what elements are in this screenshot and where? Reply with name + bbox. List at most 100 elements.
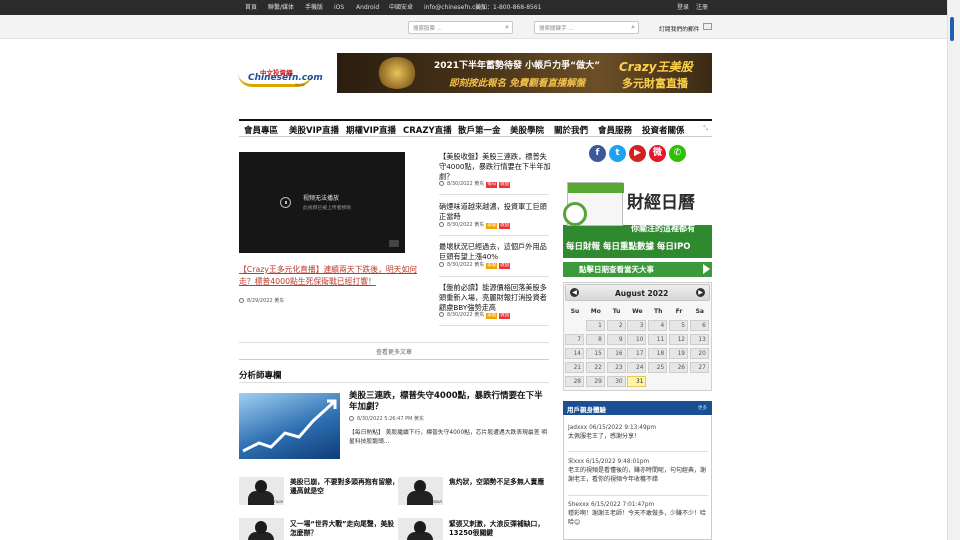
site-logo[interactable]: 中文投資網 Chinesefn.com Since — [238, 67, 323, 89]
calendar-day[interactable]: 6 — [689, 320, 709, 331]
login-link[interactable]: 登录 — [677, 3, 689, 12]
nav-us-vip[interactable]: 美股VIP直播 — [289, 124, 339, 136]
clock-icon — [563, 202, 587, 226]
calendar-day[interactable]: 2 — [606, 320, 626, 331]
calendar-day[interactable]: 12 — [669, 334, 688, 345]
main-story-title[interactable]: 【Crazy王多元化直播】連續兩天下跌後，明天如何走？標普4000點生死保衛戰已… — [239, 264, 423, 288]
column-title[interactable]: 緊張又刺激，大浪反彈補缺口，13250很關鍵 — [449, 520, 559, 538]
banner-headline: 2021下半年蓄勢待發 小帳戶力爭“做大” — [434, 61, 601, 71]
calendar-day[interactable]: 23 — [606, 362, 626, 373]
nav-investor-relations[interactable]: 投資者關係 — [642, 124, 685, 136]
calendar-day[interactable]: 16 — [606, 348, 626, 359]
weibo-icon[interactable]: 微 — [649, 145, 666, 162]
topbar-link-mobile[interactable]: 手機版 — [305, 3, 323, 12]
calendar-day[interactable]: 8 — [585, 334, 605, 345]
stock-search-input[interactable]: 搜索股票 ... ⌕ — [408, 21, 513, 34]
register-link[interactable]: 注册 — [696, 3, 708, 12]
nav-academy[interactable]: 美股學院 — [510, 124, 544, 136]
topbar-link-home[interactable]: 首頁 — [245, 3, 257, 12]
analyst-photo[interactable] — [398, 518, 443, 540]
calendar-day[interactable]: 9 — [606, 334, 626, 345]
analyst-photo[interactable]: Bruce — [239, 477, 284, 505]
column-title[interactable]: 又一場“世界大戰”走向尾聲，美股怎麼辦？ — [290, 520, 400, 538]
calendar-day[interactable]: 19 — [669, 348, 688, 359]
topbar-link-ios[interactable]: iOS — [334, 3, 344, 12]
page-scrollbar[interactable] — [947, 0, 960, 540]
calendar-day-today[interactable]: 31 — [627, 376, 647, 387]
topbar-link-china-android[interactable]: 中國安卓 — [389, 3, 413, 12]
twitter-icon[interactable]: t — [609, 145, 626, 162]
column-title[interactable]: 焦灼狀，空頭勢不足多無人賣應 — [449, 478, 559, 487]
nav-crazy-live[interactable]: CRAZY直播 — [403, 124, 452, 136]
calendar-day[interactable]: 5 — [669, 320, 688, 331]
calendar-day[interactable]: 17 — [627, 348, 647, 359]
youtube-icon[interactable] — [389, 240, 399, 247]
clock-icon — [439, 312, 444, 317]
column-title[interactable]: 美股已崩，不要對多頭再抱有留戀，邊高就是空 — [290, 478, 400, 496]
topbar-link-android[interactable]: Android — [356, 3, 379, 12]
calendar-day[interactable]: 29 — [585, 376, 605, 387]
search-icon[interactable]: ⌕ — [631, 24, 635, 31]
calendar-day[interactable]: 21 — [565, 362, 584, 373]
side-story[interactable]: 【美股收盤】美股三連跌，標普失守4000點，暴跌行情要在下半年加劇？ — [439, 152, 551, 182]
side-story-title[interactable]: 【盤前必讀】能源價格回落美股多頭重新入場，亮麗財報打消投資者顧慮BBY強勢走高 — [439, 283, 551, 313]
promo-banner[interactable]: 2021下半年蓄勢待發 小帳戶力爭“做大” 即刻按此報名 免費觀看直播解盤 Cr… — [337, 53, 712, 93]
side-story-meta: 8/30/2022 黄东 每日 收盘 — [439, 181, 511, 188]
calendar-day[interactable]: 7 — [565, 334, 584, 345]
scroll-thumb[interactable] — [950, 17, 954, 41]
wechat-icon[interactable]: ✆ — [669, 145, 686, 162]
calendar-day[interactable]: 25 — [648, 362, 668, 373]
more-articles-link[interactable]: 查看更多文章 — [376, 347, 412, 356]
nav-options-vip[interactable]: 期權VIP直播 — [346, 124, 396, 136]
calendar-day[interactable]: 22 — [585, 362, 605, 373]
calendar-day[interactable]: 3 — [627, 320, 647, 331]
nav-retail-gold[interactable]: 散戶第一金 — [458, 124, 501, 136]
arrow-right-icon — [703, 264, 710, 274]
view-events-button[interactable]: 點擊日期查看當天大事 — [563, 262, 712, 277]
comment-text: 老王的視頻是看懂後的，賺亦時間呢，句句經典，謝謝老王，看你的視頻今年收穫不錯 — [568, 467, 707, 483]
calendar-day[interactable]: 28 — [565, 376, 584, 387]
calendar-day[interactable]: 10 — [627, 334, 647, 345]
side-story-title[interactable]: 【美股收盤】美股三連跌，標普失守4000點，暴跌行情要在下半年加劇？ — [439, 152, 551, 182]
calendar-day[interactable]: 20 — [689, 348, 709, 359]
calendar-day[interactable]: 1 — [585, 320, 605, 331]
calendar-day[interactable]: 27 — [689, 362, 709, 373]
banner-cta: 即刻按此報名 免費觀看直播解盤 — [449, 78, 586, 89]
youtube-icon[interactable]: ▶ — [629, 145, 646, 162]
side-story-title[interactable]: 最壞狀況已經過去，這個戶外用品巨頭有望上漲40% — [439, 242, 551, 262]
logo-en-text: Chinesefn.com — [248, 73, 323, 83]
mail-icon[interactable] — [703, 23, 712, 30]
nav-about[interactable]: 關於我們 — [554, 124, 588, 136]
stock-search-placeholder: 搜索股票 ... — [413, 26, 442, 32]
subscribe-link[interactable]: 訂閱我們的郵件 — [659, 24, 700, 33]
topbar-link-contact[interactable]: 聯繫/媒体 — [268, 3, 294, 12]
side-story[interactable]: 最壞狀況已經過去，這個戶外用品巨頭有望上漲40% — [439, 242, 551, 262]
facebook-icon[interactable]: f — [589, 145, 606, 162]
prev-month-icon[interactable]: ◀ — [570, 288, 579, 297]
calendar-banner[interactable]: 財經日曆 你關注的這裡都有 每日財報 每日重點數據 每日IPO — [563, 176, 712, 258]
calendar-day[interactable]: 14 — [565, 348, 584, 359]
calendar-day[interactable]: 30 — [606, 376, 626, 387]
side-story[interactable]: 【盤前必讀】能源價格回落美股多頭重新入場，亮麗財報打消投資者顧慮BBY強勢走高 — [439, 283, 551, 313]
expand-icon[interactable]: ⤡ — [703, 125, 708, 133]
experience-more-link[interactable]: 更多 — [698, 405, 707, 411]
side-story[interactable]: 硝煙味道越來越濃，投資軍工巨頭正當時 — [439, 202, 551, 222]
calendar-day[interactable]: 11 — [648, 334, 668, 345]
featured-title[interactable]: 美股三連跌，標普失守4000點，暴跌行情要在下半年加劇？ — [349, 391, 549, 413]
calendar-day[interactable]: 24 — [627, 362, 647, 373]
calendar-day[interactable]: 13 — [689, 334, 709, 345]
search-icon[interactable]: ⌕ — [505, 24, 509, 31]
calendar-day[interactable]: 18 — [648, 348, 668, 359]
video-player[interactable]: 视频无法播放 此视频已被上传者移除 — [239, 152, 405, 253]
next-month-icon[interactable]: ▶ — [696, 288, 705, 297]
nav-members[interactable]: 會員專區 — [244, 124, 278, 136]
calendar-day[interactable]: 15 — [585, 348, 605, 359]
calendar-day[interactable]: 26 — [669, 362, 688, 373]
featured-thumbnail[interactable] — [239, 393, 340, 459]
analyst-photo[interactable]: Jason — [398, 477, 443, 505]
side-story-title[interactable]: 硝煙味道越來越濃，投資軍工巨頭正當時 — [439, 202, 551, 222]
analyst-photo[interactable] — [239, 518, 284, 540]
calendar-day[interactable]: 4 — [648, 320, 668, 331]
nav-services[interactable]: 會員服務 — [598, 124, 632, 136]
keyword-search-input[interactable]: 搜索關鍵字 ... ⌕ — [534, 21, 639, 34]
